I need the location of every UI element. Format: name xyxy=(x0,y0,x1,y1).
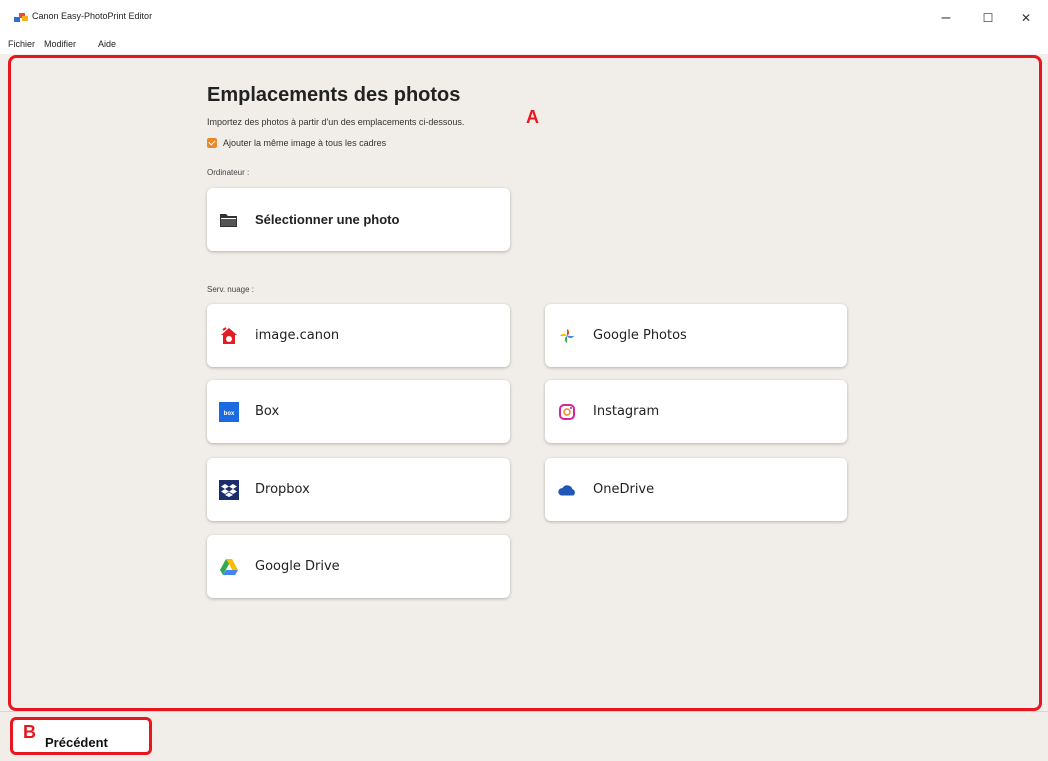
service-label: Dropbox xyxy=(255,482,310,497)
image-canon-icon xyxy=(219,326,239,346)
service-label: Google Photos xyxy=(593,328,687,343)
service-dropbox[interactable]: Dropbox xyxy=(207,458,510,521)
dropbox-icon xyxy=(219,479,239,500)
service-label: Instagram xyxy=(593,404,660,419)
annotation-label-b: B xyxy=(23,722,36,742)
computer-section-label: Ordinateur : xyxy=(207,168,250,177)
close-button[interactable]: ✕ xyxy=(1008,6,1044,30)
window-title: Canon Easy-PhotoPrint Editor xyxy=(32,11,153,21)
folder-icon xyxy=(219,210,239,230)
page-title: Emplacements des photos xyxy=(207,84,461,106)
bottom-bar xyxy=(0,711,1048,761)
service-box[interactable]: box Box xyxy=(207,380,510,443)
page-subtitle: Importez des photos à partir d'un des em… xyxy=(207,117,465,127)
title-bar: Canon Easy-PhotoPrint Editor – ☐ ✕ xyxy=(0,0,1048,32)
service-image-canon[interactable]: image.canon xyxy=(207,304,510,367)
onedrive-icon xyxy=(557,480,577,500)
same-image-checkbox[interactable]: Ajouter la même image à tous les cadres xyxy=(207,138,386,148)
cloud-section-label: Serv. nuage : xyxy=(207,285,254,294)
service-google-drive[interactable]: Google Drive xyxy=(207,535,510,598)
service-label: Box xyxy=(255,404,280,419)
select-photo-button[interactable]: Sélectionner une photo xyxy=(207,188,510,251)
google-photos-icon xyxy=(557,326,577,346)
google-drive-icon xyxy=(219,557,239,577)
box-icon: box xyxy=(219,401,239,422)
checkbox-label: Ajouter la même image à tous les cadres xyxy=(223,138,387,148)
main-panel xyxy=(9,55,1040,706)
instagram-icon xyxy=(557,402,577,422)
back-button[interactable]: B Précédent xyxy=(10,717,152,755)
checkbox-checked-icon[interactable] xyxy=(207,138,217,148)
minimize-button[interactable]: – xyxy=(928,6,964,30)
menu-edit[interactable]: Modifier xyxy=(44,39,76,49)
menu-bar: Fichier Modifier Aide xyxy=(0,32,1048,54)
service-label: OneDrive xyxy=(593,482,655,497)
service-google-photos[interactable]: Google Photos xyxy=(545,304,847,367)
service-onedrive[interactable]: OneDrive xyxy=(545,458,847,521)
maximize-button[interactable]: ☐ xyxy=(970,6,1006,30)
service-label: image.canon xyxy=(255,328,340,343)
service-label: Google Drive xyxy=(255,559,340,574)
menu-file[interactable]: Fichier xyxy=(8,39,35,49)
annotation-label-a: A xyxy=(526,107,539,127)
service-instagram[interactable]: Instagram xyxy=(545,380,847,443)
svg-text:box: box xyxy=(224,411,235,417)
menu-help[interactable]: Aide xyxy=(98,39,116,49)
app-icon xyxy=(14,13,28,22)
back-button-label: Précédent xyxy=(45,735,108,750)
select-photo-label: Sélectionner une photo xyxy=(255,212,400,227)
